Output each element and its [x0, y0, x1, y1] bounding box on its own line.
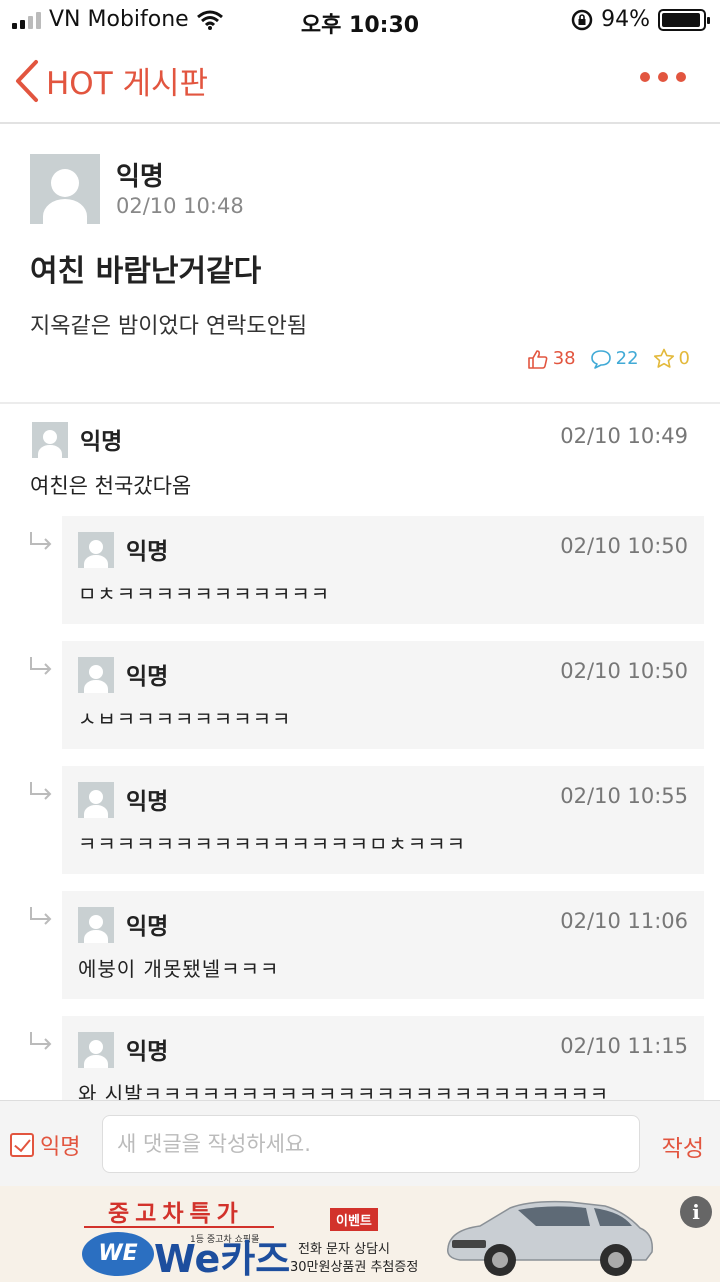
post-body: 지옥같은 밤이었다 연락도안됨 — [30, 314, 308, 339]
reply-author: 익명 — [126, 539, 169, 565]
avatar — [30, 154, 100, 224]
reply-text: ㅋㅋㅋㅋㅋㅋㅋㅋㅋㅋㅋㅋㅋㅋㅋㅁㅊㅋㅋㅋ — [78, 832, 466, 856]
post-time: 02/10 10:48 — [116, 194, 244, 218]
ad-headline: 중고차특가 — [108, 1201, 244, 1227]
reply-text: ㅁㅊㅋㅋㅋㅋㅋㅋㅋㅋㅋㅋㅋ — [78, 582, 331, 606]
comment-text: 여친은 천국갔다옴 — [30, 474, 192, 498]
reply-author: 익명 — [126, 664, 169, 690]
scrap-count: 0 — [678, 348, 690, 369]
comment-count: 22 — [615, 348, 639, 369]
more-dot-icon — [676, 72, 686, 82]
ad-description-line2: 30만원상품권 추첨증정 — [290, 1260, 419, 1275]
like-count: 38 — [552, 348, 576, 369]
star-icon — [653, 348, 674, 368]
reply-arrow-icon — [30, 907, 52, 925]
reply-arrow-icon — [30, 782, 52, 800]
post-author: 익명 — [116, 162, 164, 192]
reply-text: 에붕이 개못됐넬ㅋㅋㅋ — [78, 957, 280, 981]
status-bar: VN Mobifone 오후 10:30 94% — [0, 0, 720, 40]
reply-arrow-icon — [30, 657, 52, 675]
speech-bubble-icon — [590, 349, 611, 369]
nav-bar: HOT 게시판 — [0, 40, 720, 124]
ad-brand: We카즈 — [154, 1237, 291, 1281]
comment-counter: 22 — [590, 348, 639, 369]
ad-logo: WE — [82, 1232, 154, 1276]
nav-title: HOT 게시판 — [46, 66, 209, 102]
scrap-counter[interactable]: 0 — [653, 348, 690, 369]
reply-author: 익명 — [126, 1039, 169, 1065]
anonymous-checkbox[interactable] — [10, 1133, 34, 1157]
ad-banner[interactable]: 중고차특가 WE 1등 중고차 쇼핑몰 We카즈 이벤트 전화 문자 상담시 3… — [0, 1186, 720, 1282]
info-icon[interactable]: i — [680, 1196, 712, 1228]
comment-compose-bar: 익명 작성 — [0, 1100, 720, 1186]
reply-time: 02/10 10:50 — [560, 659, 688, 683]
reply-author: 익명 — [126, 789, 169, 815]
reply-time: 02/10 10:55 — [560, 784, 688, 808]
ad-event-badge: 이벤트 — [330, 1208, 378, 1231]
divider — [0, 402, 720, 404]
reply-time: 02/10 11:15 — [560, 1034, 688, 1058]
reply: 익명 02/10 11:06 에붕이 개못됐넬ㅋㅋㅋ — [62, 891, 704, 999]
avatar — [78, 907, 114, 943]
battery-percent: 94% — [601, 7, 650, 32]
like-counter[interactable]: 38 — [527, 348, 576, 369]
comment: 익명 02/10 10:49 여친은 천국갔다옴 — [0, 410, 720, 500]
rotation-lock-icon — [571, 9, 593, 30]
more-dot-icon — [640, 72, 650, 82]
avatar — [78, 782, 114, 818]
ad-description-line1: 전화 문자 상담시 — [298, 1242, 390, 1257]
comment-author: 익명 — [80, 429, 123, 455]
chevron-left-icon — [16, 59, 38, 102]
car-image — [447, 1200, 653, 1276]
battery-fill — [662, 12, 700, 27]
reply-arrow-icon — [30, 1032, 52, 1050]
back-button[interactable]: HOT 게시판 — [14, 58, 208, 103]
comment-time: 02/10 10:49 — [560, 424, 688, 448]
anonymous-toggle[interactable]: 익명 — [10, 1129, 80, 1161]
reply-time: 02/10 10:50 — [560, 534, 688, 558]
battery-icon — [658, 8, 710, 31]
avatar — [32, 422, 68, 458]
reply-time: 02/10 11:06 — [560, 909, 688, 933]
more-menu-button[interactable] — [640, 72, 686, 82]
avatar — [78, 657, 114, 693]
reply: 익명 02/10 10:50 ㅅㅂㅋㅋㅋㅋㅋㅋㅋㅋㅋ — [62, 641, 704, 749]
avatar — [78, 532, 114, 568]
more-dot-icon — [658, 72, 668, 82]
reply-text: ㅅㅂㅋㅋㅋㅋㅋㅋㅋㅋㅋ — [78, 707, 292, 731]
reply-arrow-icon — [30, 532, 52, 550]
post: 익명 02/10 10:48 여친 바람난거같다 지옥같은 밤이었다 연락도안됨… — [0, 126, 720, 402]
submit-comment-button[interactable]: 작성 — [662, 1129, 704, 1163]
status-right: 94% — [571, 7, 710, 32]
post-counters: 38 22 0 — [527, 348, 690, 369]
post-title: 여친 바람난거같다 — [30, 254, 262, 289]
reply: 익명 02/10 10:55 ㅋㅋㅋㅋㅋㅋㅋㅋㅋㅋㅋㅋㅋㅋㅋㅁㅊㅋㅋㅋ — [62, 766, 704, 874]
comment-input[interactable] — [102, 1115, 640, 1173]
reply-author: 익명 — [126, 914, 169, 940]
thumbs-up-icon — [527, 349, 548, 369]
reply: 익명 02/10 10:50 ㅁㅊㅋㅋㅋㅋㅋㅋㅋㅋㅋㅋㅋ — [62, 516, 704, 624]
anonymous-label: 익명 — [40, 1135, 81, 1160]
avatar — [78, 1032, 114, 1068]
